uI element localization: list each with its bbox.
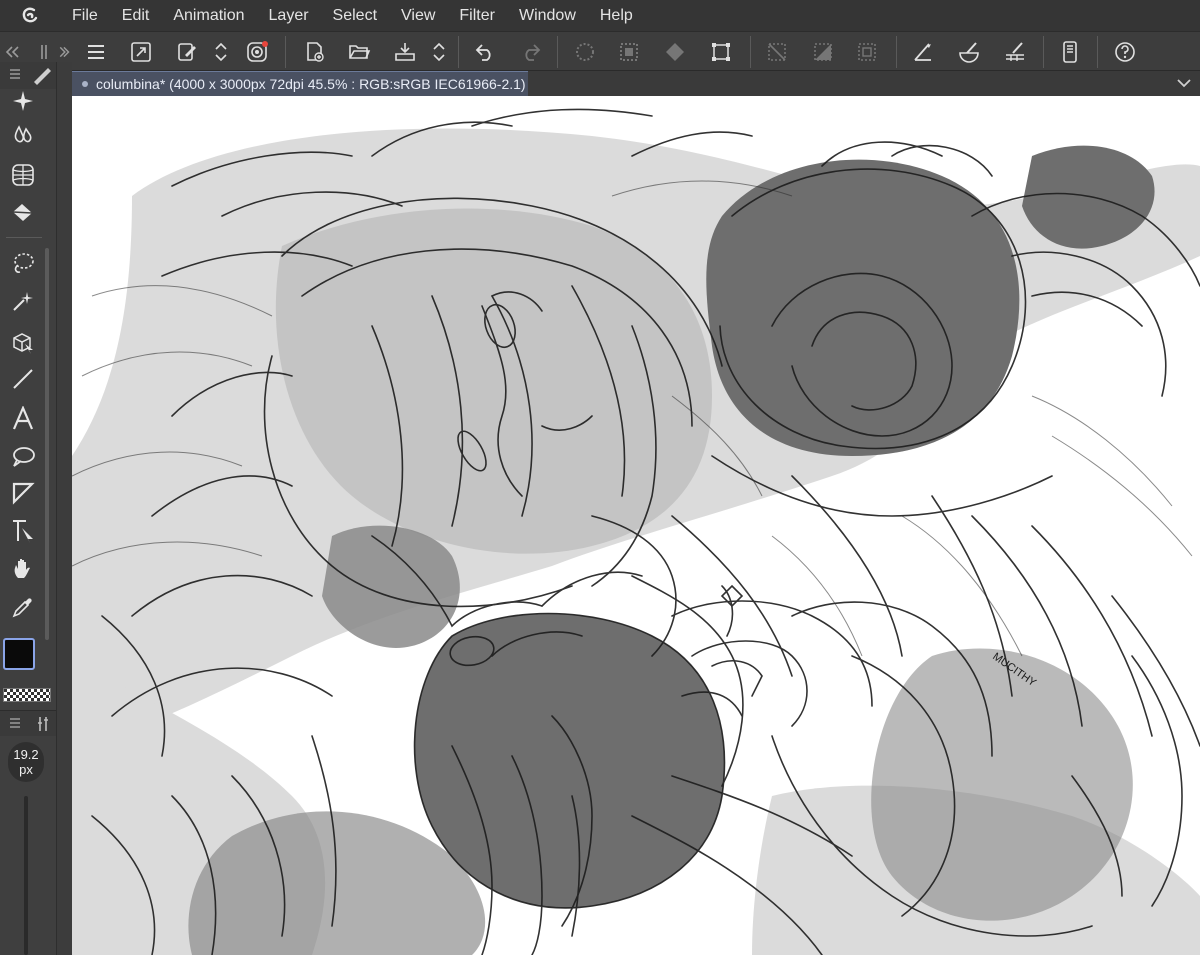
menu-icon[interactable] (81, 37, 111, 67)
special-ruler-icon[interactable] (954, 37, 984, 67)
main-color-swatch[interactable] (3, 638, 35, 670)
help-icon[interactable] (1110, 37, 1140, 67)
tool-scrollbar[interactable] (45, 248, 49, 640)
eyedropper-icon[interactable] (6, 590, 40, 624)
canvas-resize-icon[interactable] (126, 37, 156, 67)
brush-size-value: 19.2 (13, 747, 39, 762)
tool-property-header (0, 710, 56, 736)
brush-size-unit: px (19, 762, 33, 777)
transparent-color-swatch[interactable] (3, 688, 51, 702)
chevron-down-icon[interactable] (1174, 73, 1194, 93)
fill-bucket-icon[interactable] (6, 196, 40, 230)
lasso-icon[interactable] (6, 246, 40, 280)
auto-select-icon[interactable] (6, 284, 40, 318)
redo-icon[interactable] (516, 37, 546, 67)
canvas-tab[interactable]: columbina* (4000 x 3000px 72dpi 45.5% : … (72, 71, 528, 96)
menu-animation[interactable]: Animation (161, 0, 256, 31)
tool-palette (0, 62, 56, 955)
clear-icon[interactable] (570, 37, 600, 67)
undo-icon[interactable] (470, 37, 500, 67)
transform-icon[interactable] (706, 37, 736, 67)
toolbar-divider (557, 36, 558, 68)
menu-select[interactable]: Select (321, 0, 389, 31)
expand-collapse-icon[interactable] (208, 37, 234, 67)
canvas-gutter (56, 62, 72, 955)
toolbar-divider (750, 36, 751, 68)
menu-bar: File Edit Animation Layer Select View Fi… (0, 0, 1200, 31)
command-bar (0, 31, 1200, 71)
fill-icon[interactable] (660, 37, 690, 67)
line-tool-icon[interactable] (6, 362, 40, 396)
show-selection-icon[interactable] (762, 37, 792, 67)
menu-filter[interactable]: Filter (447, 0, 507, 31)
toolbar-divider (285, 36, 286, 68)
toolbar-divider (458, 36, 459, 68)
menu-window[interactable]: Window (507, 0, 588, 31)
blend-tool-icon[interactable] (6, 118, 40, 152)
deselect-icon[interactable] (614, 37, 644, 67)
text-tool-icon[interactable] (6, 402, 40, 436)
crop-icon[interactable] (808, 37, 838, 67)
expand-collapse-icon[interactable] (426, 37, 452, 67)
tool-divider (6, 237, 42, 238)
new-canvas-icon[interactable] (300, 37, 330, 67)
mesh-tool-icon[interactable] (6, 158, 40, 192)
menu-view[interactable]: View (389, 0, 447, 31)
brush-size-indicator[interactable]: 19.2 px (8, 742, 44, 782)
selection-area-icon[interactable] (852, 37, 882, 67)
save-icon[interactable] (390, 37, 420, 67)
sparkle-tool-icon[interactable] (6, 84, 40, 118)
toolbar-divider (1043, 36, 1044, 68)
clip-studio-window: File Edit Animation Layer Select View Fi… (0, 0, 1200, 955)
app-logo-icon[interactable] (0, 0, 60, 31)
ruler-snap-icon[interactable] (908, 37, 938, 67)
color-indicator[interactable] (3, 638, 53, 684)
brush-size-slider[interactable] (24, 796, 28, 955)
sketch-artwork: MUCITHY (72, 96, 1200, 955)
3d-object-icon[interactable] (6, 326, 40, 360)
toolbar-divider (1097, 36, 1098, 68)
toolbar-divider (896, 36, 897, 68)
grid-ruler-icon[interactable] (1000, 37, 1030, 67)
menu-edit[interactable]: Edit (110, 0, 162, 31)
canvas-tab-bar: columbina* (4000 x 3000px 72dpi 45.5% : … (72, 71, 1200, 96)
canvas-tab-title: columbina* (4000 x 3000px 72dpi 45.5% : … (96, 76, 526, 92)
correct-line-icon[interactable] (6, 514, 40, 548)
drawing-canvas[interactable]: MUCITHY (72, 96, 1200, 955)
edit-settings-icon[interactable] (172, 37, 202, 67)
frame-border-icon[interactable] (6, 476, 40, 510)
unsaved-dot-icon (82, 81, 88, 87)
balloon-tool-icon[interactable] (6, 440, 40, 474)
menu-file[interactable]: File (60, 0, 110, 31)
menu-layer[interactable]: Layer (257, 0, 321, 31)
menu-help[interactable]: Help (588, 0, 645, 31)
open-folder-icon[interactable] (344, 37, 374, 67)
timelapse-icon[interactable] (242, 37, 272, 67)
device-settings-icon[interactable] (1055, 37, 1085, 67)
hand-tool-icon[interactable] (6, 552, 40, 586)
